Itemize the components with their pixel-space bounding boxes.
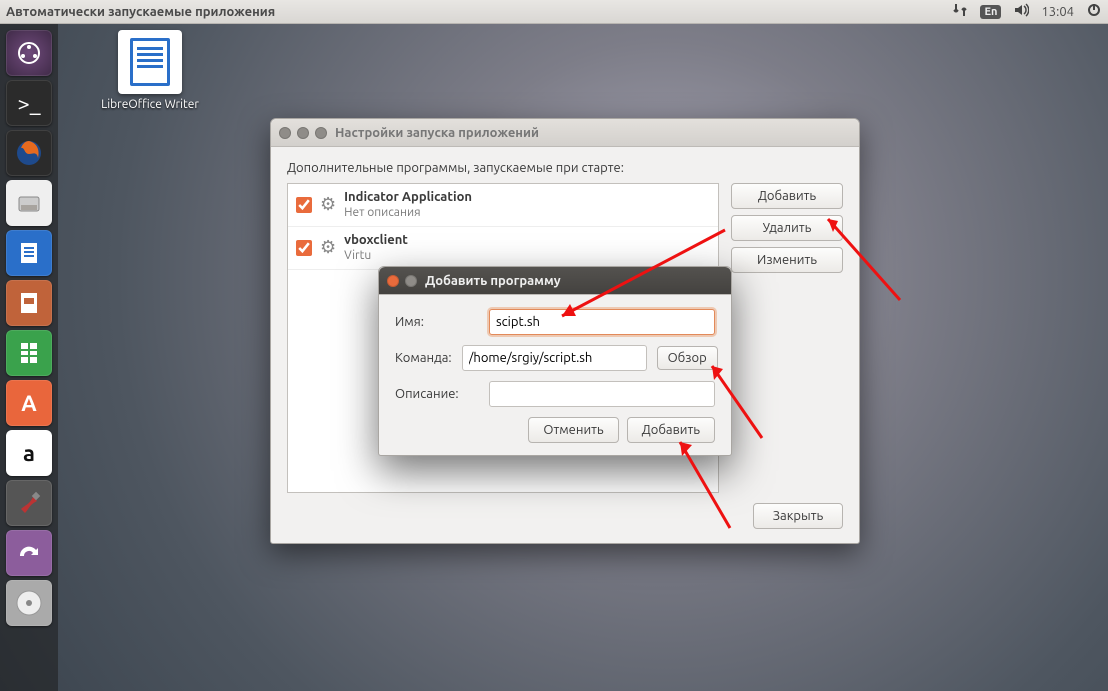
dialog-titlebar[interactable]: Добавить программу <box>379 267 731 295</box>
writer-icon[interactable] <box>6 230 52 276</box>
command-label: Команда: <box>395 351 452 365</box>
app-description: Нет описания <box>344 206 472 220</box>
desktop-icon-writer[interactable]: LibreOffice Writer <box>80 30 220 111</box>
close-button[interactable]: Закрыть <box>753 503 843 529</box>
enable-checkbox[interactable] <box>296 197 312 213</box>
software-center-icon[interactable]: A <box>6 380 52 426</box>
files-icon[interactable] <box>6 180 52 226</box>
sound-icon[interactable] <box>1013 2 1029 21</box>
remove-button[interactable]: Удалить <box>731 215 843 241</box>
window-titlebar[interactable]: Настройки запуска приложений <box>271 119 859 147</box>
minimize-icon[interactable] <box>405 275 417 287</box>
enable-checkbox[interactable] <box>296 240 312 256</box>
add-program-dialog: Добавить программу Имя: Команда: Обзор О… <box>378 266 732 456</box>
name-label: Имя: <box>395 315 479 329</box>
keyboard-layout-indicator[interactable]: En <box>980 5 1001 19</box>
gears-icon: ⚙ <box>320 194 336 215</box>
minimize-icon[interactable] <box>297 127 309 139</box>
software-updater-icon[interactable] <box>6 530 52 576</box>
disc-icon[interactable] <box>6 580 52 626</box>
active-app-title: Автоматически запускаемые приложения <box>6 5 275 19</box>
window-title: Настройки запуска приложений <box>335 126 539 140</box>
network-icon[interactable] <box>952 2 968 21</box>
browse-button[interactable]: Обзор <box>657 346 718 370</box>
add-button[interactable]: Добавить <box>627 417 715 443</box>
unity-launcher: >_ A a <box>0 24 58 691</box>
command-input[interactable] <box>462 345 647 371</box>
gears-icon: ⚙ <box>320 237 336 258</box>
edit-button[interactable]: Изменить <box>731 247 843 273</box>
firefox-icon[interactable] <box>6 130 52 176</box>
close-icon[interactable] <box>279 127 291 139</box>
impress-icon[interactable] <box>6 280 52 326</box>
app-description: Virtu <box>344 249 408 263</box>
add-button[interactable]: Добавить <box>731 183 843 209</box>
document-icon <box>118 30 182 94</box>
dialog-title: Добавить программу <box>425 274 561 288</box>
desktop-icons: LibreOffice Writer <box>80 30 220 111</box>
maximize-icon[interactable] <box>315 127 327 139</box>
shutdown-icon[interactable] <box>1086 2 1102 21</box>
app-name: vboxclient <box>344 233 408 249</box>
top-panel: Автоматически запускаемые приложения En … <box>0 0 1108 24</box>
settings-icon[interactable] <box>6 480 52 526</box>
close-icon[interactable] <box>387 275 399 287</box>
system-tray: En 13:04 <box>952 2 1102 21</box>
section-label: Дополнительные программы, запускаемые пр… <box>287 161 843 175</box>
app-name: Indicator Application <box>344 190 472 206</box>
clock[interactable]: 13:04 <box>1041 5 1074 19</box>
comment-input[interactable] <box>489 381 715 407</box>
calc-icon[interactable] <box>6 330 52 376</box>
cancel-button[interactable]: Отменить <box>528 417 618 443</box>
dash-home-icon[interactable] <box>6 30 52 76</box>
name-input[interactable] <box>489 309 715 335</box>
terminal-icon[interactable]: >_ <box>6 80 52 126</box>
desktop-icon-label: LibreOffice Writer <box>80 98 220 111</box>
list-item[interactable]: ⚙ vboxclient Virtu <box>288 227 718 270</box>
comment-label: Описание: <box>395 387 479 401</box>
amazon-icon[interactable]: a <box>6 430 52 476</box>
list-item[interactable]: ⚙ Indicator Application Нет описания <box>288 184 718 227</box>
